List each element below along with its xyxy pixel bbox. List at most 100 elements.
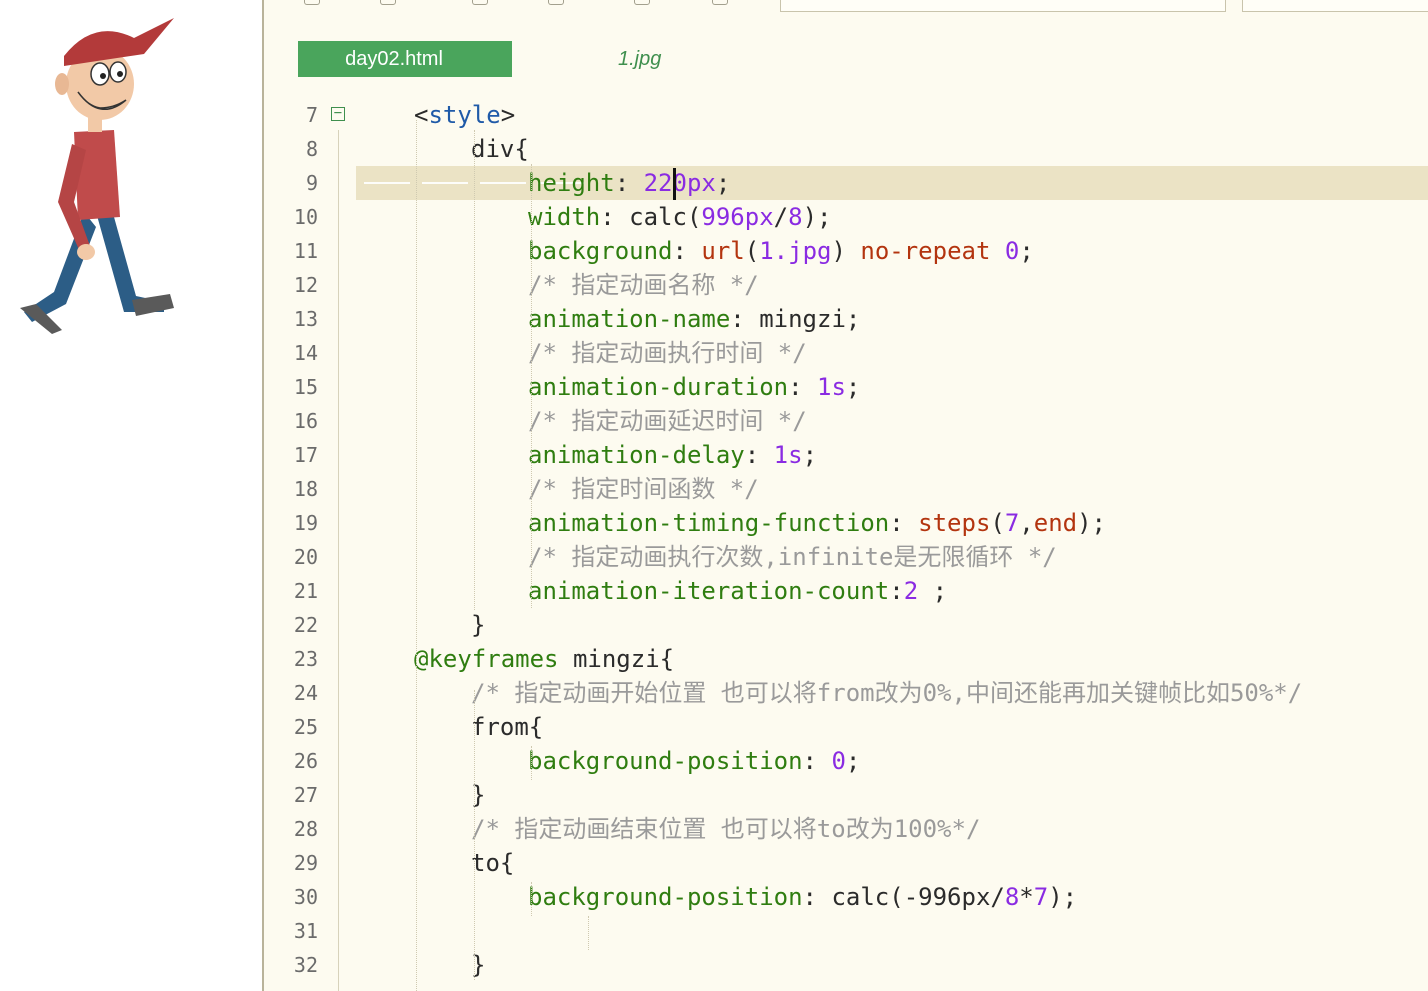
toolbar-secondary-input[interactable]	[1242, 0, 1428, 12]
toolbar-help-icon[interactable]	[712, 0, 728, 5]
toolbar-save-icon[interactable]	[380, 0, 396, 5]
code-line[interactable]: 7− <style>	[264, 98, 1428, 132]
code-line[interactable]: 9 height: 220px;	[264, 166, 1428, 200]
toolbar-redo-icon[interactable]	[548, 0, 564, 5]
code-token: :	[672, 237, 702, 265]
code-token: animation-duration	[528, 373, 789, 401]
code-line[interactable]: 22}	[264, 608, 1428, 642]
code-token: height	[528, 169, 615, 197]
code-token: (	[990, 509, 1005, 537]
code-line[interactable]: 14 /* 指定动画执行时间 */	[264, 336, 1428, 370]
toolbar-search-input[interactable]	[780, 0, 1226, 12]
code-token: @keyframes	[414, 645, 559, 673]
code-token: /* 指定动画名称 */	[528, 271, 759, 299]
code-token: /* 指定动画执行次数,infinite是无限循环 */	[528, 543, 1057, 571]
code-token: : calc(-996px/	[802, 883, 1005, 911]
code-token: 220px	[643, 169, 716, 197]
line-number: 31	[293, 919, 318, 943]
code-line[interactable]: 32}	[264, 948, 1428, 982]
toolbar-undo-icon[interactable]	[472, 0, 488, 5]
code-line[interactable]: 13 animation-name: mingzi;	[264, 302, 1428, 336]
code-editor[interactable]: day02.html 1.jpg 7− <style> 8 div{ 9 height : …	[262, 0, 1428, 991]
code-token: 1s	[817, 373, 846, 401]
code-token: ;	[715, 169, 731, 197]
code-token: 0	[831, 747, 846, 775]
code-line[interactable]: 12 /* 指定动画名称 */	[264, 268, 1428, 302]
code-line[interactable]: 30 background-position: calc(-996px/8*7);	[264, 880, 1428, 914]
code-token: :	[614, 169, 644, 197]
code-token: ;	[1019, 237, 1034, 265]
line-number: 20	[293, 545, 318, 569]
code-token: >	[500, 101, 516, 129]
tab-day02-html[interactable]: day02.html	[298, 41, 512, 77]
code-text: background: url(1.jpg) no-repeat 0;	[528, 234, 1034, 268]
code-line[interactable]: 28 /* 指定动画结束位置 也可以将to改为100%*/	[264, 812, 1428, 846]
code-line[interactable]: 29 to{	[264, 846, 1428, 880]
code-token: steps	[918, 509, 991, 537]
code-line[interactable]: 8 div{	[264, 132, 1428, 166]
code-text: /* 指定动画结束位置 也可以将to改为100%*/	[471, 812, 980, 846]
code-token: 2	[903, 577, 919, 605]
code-text: animation-name: mingzi;	[528, 302, 860, 336]
code-token: }	[471, 611, 486, 639]
code-line[interactable]: 10 width: calc(996px/8);	[264, 200, 1428, 234]
line-number: 29	[293, 851, 318, 875]
indent-guide	[531, 882, 532, 916]
code-token: /* 指定动画延迟时间 */	[528, 407, 807, 435]
code-token: background-position	[528, 747, 803, 775]
code-token: animation-delay	[528, 441, 745, 469]
code-text: /* 指定时间函数 */	[528, 472, 759, 506]
code-token: (	[744, 237, 760, 265]
toolbar-new-icon[interactable]	[304, 0, 320, 5]
code-line[interactable]: 20 /* 指定动画执行次数,infinite是无限循环 */	[264, 540, 1428, 574]
code-token: *	[1019, 883, 1034, 911]
code-text: }	[471, 608, 485, 642]
code-token: 0	[1004, 237, 1020, 265]
code-line[interactable]: 17 animation-delay: 1s;	[264, 438, 1428, 472]
line-number: 9	[305, 171, 318, 195]
code-line[interactable]: 15 animation-duration: 1s;	[264, 370, 1428, 404]
tab-1-jpg[interactable]: 1.jpg	[618, 41, 661, 77]
indent-guide	[531, 164, 532, 608]
code-token: :	[889, 577, 904, 605]
code-line[interactable]: 26 background-position: 0;	[264, 744, 1428, 778]
code-line[interactable]: 31	[264, 914, 1428, 948]
code-line[interactable]: 21 animation-iteration-count:2 ;	[264, 574, 1428, 608]
toolbar	[264, 0, 1428, 14]
code-line[interactable]: 18 /* 指定时间函数 */	[264, 472, 1428, 506]
line-number: 30	[293, 885, 318, 909]
indent-marker	[422, 182, 468, 184]
line-number: 26	[293, 749, 318, 773]
code-token: : calc(	[600, 203, 702, 231]
code-token: animation-name	[528, 305, 731, 333]
code-text: /* 指定动画执行时间 */	[528, 336, 807, 370]
line-number: 24	[293, 681, 318, 705]
fold-toggle-icon[interactable]: −	[331, 106, 345, 121]
indent-guide	[474, 690, 475, 980]
line-number: 15	[293, 375, 318, 399]
code-text: animation-iteration-count:2 ;	[528, 574, 947, 608]
code-token: div{	[471, 135, 529, 163]
code-line[interactable]: 23 @keyframes mingzi{	[264, 642, 1428, 676]
toolbar-preview-icon[interactable]	[634, 0, 650, 5]
code-token: :	[788, 373, 817, 401]
code-line[interactable]: 19 animation-timing-function: steps(7,end…	[264, 506, 1428, 540]
code-line[interactable]: 27}	[264, 778, 1428, 812]
code-line[interactable]: 11 background: url(1.jpg) no-repeat 0;	[264, 234, 1428, 268]
code-token: to{	[471, 849, 515, 877]
code-token: 1s	[773, 441, 803, 469]
code-line[interactable]: 24 /* 指定动画开始位置 也可以将from改为0%,中间还能再加关键帧比如50…	[264, 676, 1428, 710]
code-token: );	[802, 203, 832, 231]
code-token: 996px	[701, 203, 774, 231]
code-token: animation-timing-function	[528, 509, 890, 537]
line-number: 13	[293, 307, 318, 331]
line-number: 10	[293, 205, 318, 229]
code-line[interactable]: 25 from{	[264, 710, 1428, 744]
code-text: animation-timing-function: steps(7,end);	[528, 506, 1106, 540]
code-token: style	[428, 101, 501, 129]
line-number: 8	[305, 137, 318, 161]
current-line-highlight	[356, 166, 1428, 200]
code-token: )	[831, 237, 861, 265]
code-line[interactable]: 16 /* 指定动画延迟时间 */	[264, 404, 1428, 438]
